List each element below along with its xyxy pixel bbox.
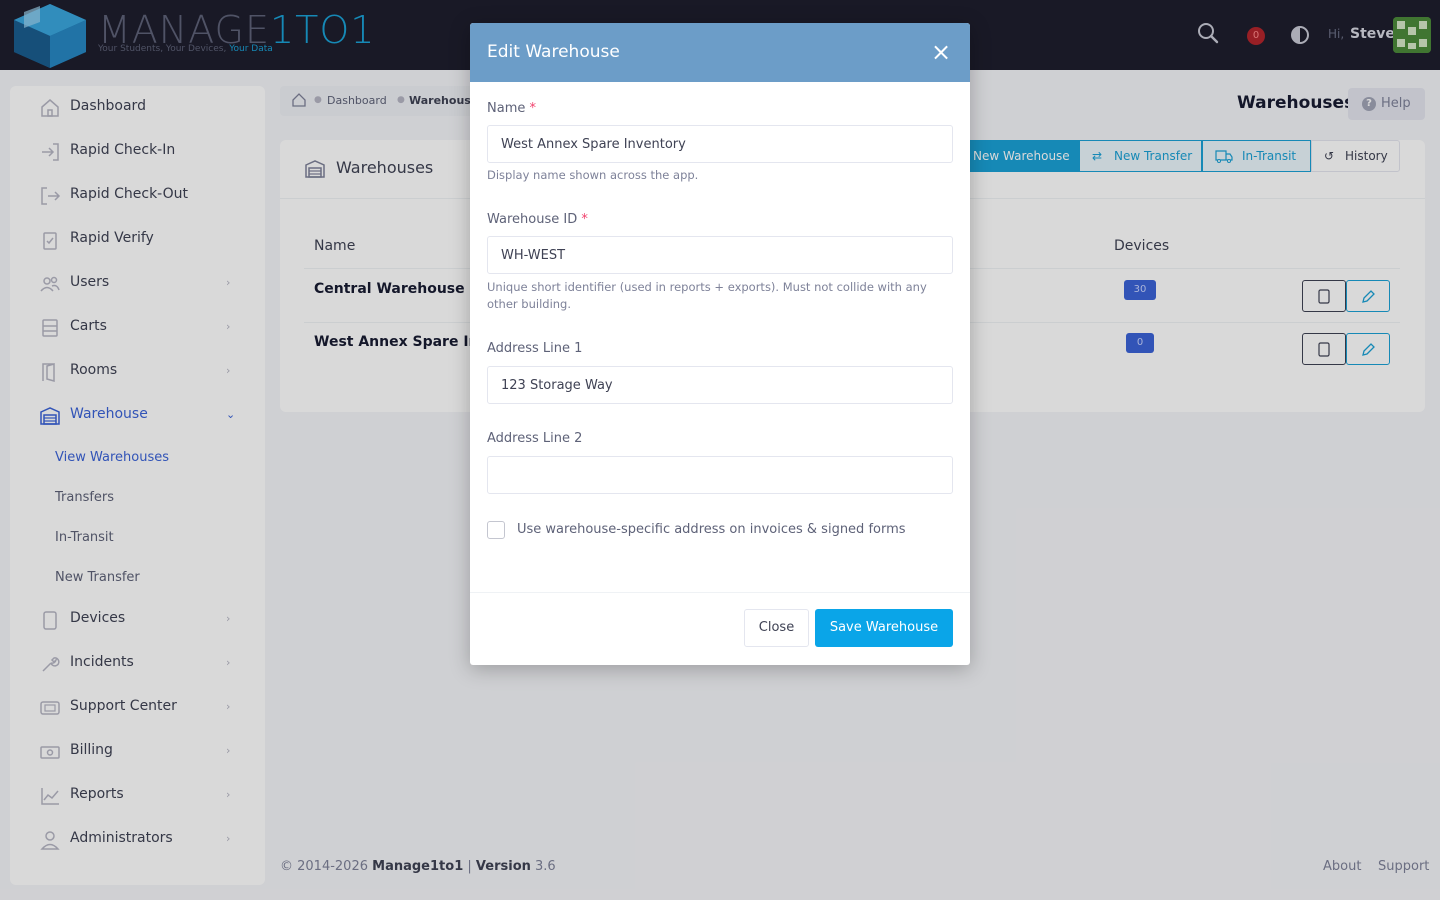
save-warehouse-button[interactable]: Save Warehouse bbox=[815, 609, 953, 647]
name-label: Name * bbox=[487, 101, 536, 116]
warehouse-address-checkbox[interactable] bbox=[487, 521, 505, 539]
address-line-1-label: Address Line 1 bbox=[487, 341, 583, 356]
warehouse-id-field[interactable] bbox=[487, 236, 953, 274]
divider bbox=[470, 592, 970, 593]
warehouse-id-help-text: Unique short identifier (used in reports… bbox=[487, 280, 927, 311]
warehouse-id-label: Warehouse ID * bbox=[487, 212, 588, 227]
name-help-text: Display name shown across the app. bbox=[487, 168, 699, 182]
close-icon[interactable]: × bbox=[930, 40, 952, 64]
close-button[interactable]: Close bbox=[744, 609, 809, 647]
address-line-2-field[interactable] bbox=[487, 456, 953, 494]
edit-warehouse-modal: Edit Warehouse × Name * Display name sho… bbox=[470, 23, 970, 665]
address-line-2-label: Address Line 2 bbox=[487, 431, 583, 446]
address-line-1-field[interactable] bbox=[487, 366, 953, 404]
warehouse-address-checkbox-label[interactable]: Use warehouse-specific address on invoic… bbox=[517, 522, 906, 537]
modal-title: Edit Warehouse bbox=[487, 42, 620, 62]
name-field[interactable] bbox=[487, 125, 953, 163]
modal-header: Edit Warehouse × bbox=[470, 23, 970, 82]
